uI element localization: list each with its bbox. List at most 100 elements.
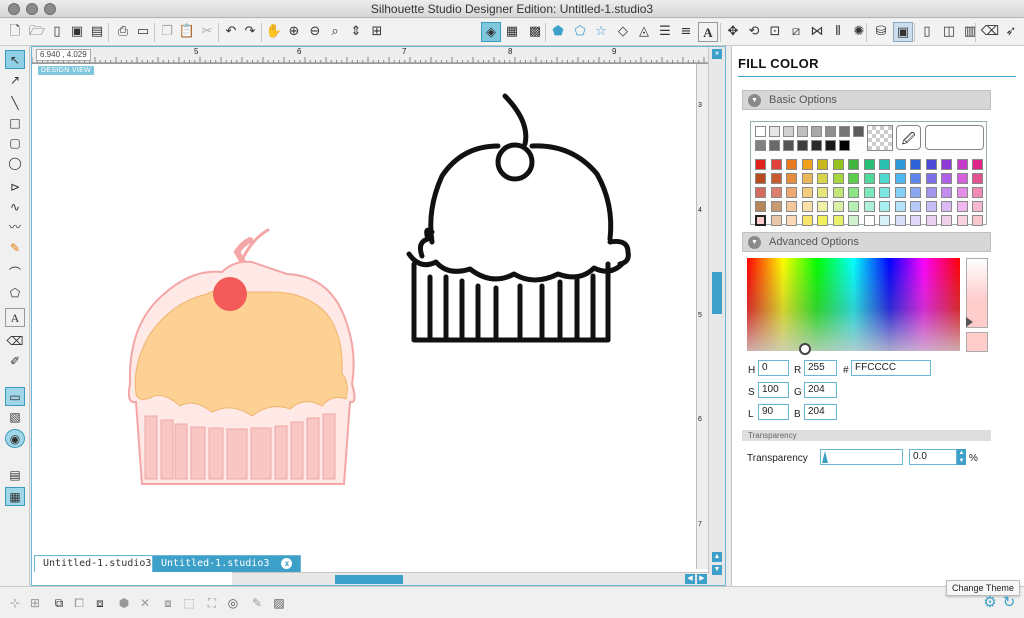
swatch[interactable] (832, 173, 844, 184)
undo-icon[interactable]: ↶ (221, 22, 241, 42)
swatch[interactable] (786, 215, 797, 226)
swatch[interactable] (894, 215, 906, 226)
design-store-icon[interactable]: ⛁ (871, 22, 891, 42)
lightness-slider[interactable] (966, 258, 988, 328)
swatch[interactable] (972, 173, 983, 184)
shapes-icon[interactable]: ⬟ (548, 22, 568, 42)
swatch[interactable] (910, 187, 921, 198)
ellipse-tool-icon[interactable]: ◯ (5, 154, 25, 173)
text-icon[interactable]: A (698, 22, 718, 42)
compound-icon[interactable]: ⧉ (50, 594, 68, 612)
polygon-tool-icon[interactable]: ⊳ (5, 178, 25, 197)
send-icon[interactable]: ▭ (133, 22, 153, 42)
pencil-tool-icon[interactable]: ✎ (5, 239, 25, 258)
artwork[interactable] (32, 64, 692, 569)
swatch[interactable] (825, 140, 836, 151)
fill-color-icon[interactable]: ◈ (481, 22, 501, 42)
swatch[interactable] (786, 201, 797, 212)
lightness-handle[interactable] (966, 317, 973, 327)
outline-cupcake[interactable] (406, 93, 631, 343)
gradient-icon[interactable]: ◇ (613, 22, 633, 42)
collapse-arrow-icon[interactable]: ▼ (748, 236, 761, 249)
red-field[interactable]: 255 (804, 360, 837, 376)
freehand-tool-icon[interactable]: 〰 (5, 218, 25, 237)
swatch[interactable] (786, 173, 797, 184)
swatch[interactable] (848, 173, 859, 184)
eraser-tool-icon[interactable]: ⌫ (5, 332, 25, 351)
save-library-icon[interactable]: ▤ (87, 22, 107, 42)
rounded-rect-tool-icon[interactable]: ▢ (5, 134, 25, 153)
swatch[interactable] (770, 215, 782, 226)
swatch[interactable] (832, 215, 844, 226)
edit-points-tool-icon[interactable]: ↗ (5, 71, 25, 90)
swatch[interactable] (770, 201, 782, 212)
line-tool-icon[interactable]: ╲ (5, 94, 25, 113)
hue-field[interactable]: 0 (758, 360, 789, 376)
hex-field[interactable]: FFCCCC (851, 360, 931, 376)
zoom-out-icon[interactable]: ⊖ (305, 22, 325, 42)
blue-field[interactable]: 204 (804, 404, 837, 420)
edit-points-icon[interactable]: ✎ (248, 594, 266, 612)
swatch[interactable] (910, 173, 921, 184)
swatch[interactable] (801, 215, 813, 226)
horizontal-scroll-thumb[interactable] (335, 575, 403, 584)
sd-card-icon[interactable]: ▯ (47, 22, 67, 42)
bring-front-icon[interactable]: ⧈ (91, 594, 109, 612)
library-view-icon[interactable]: ▦ (5, 487, 25, 506)
swatch[interactable] (801, 201, 813, 212)
swatch[interactable] (925, 201, 937, 212)
transparency-handle[interactable] (822, 451, 828, 463)
replicate-icon[interactable]: ✥ (723, 22, 743, 42)
swatch[interactable] (925, 215, 937, 226)
redo-icon[interactable]: ↷ (240, 22, 260, 42)
offset-icon[interactable]: ⋈ (807, 22, 827, 42)
swatch[interactable] (941, 201, 952, 212)
select-tool-icon[interactable]: ↖ (5, 50, 25, 69)
swatch[interactable] (755, 187, 766, 198)
transparency-stepper[interactable]: ▲ ▼ (957, 449, 966, 465)
registration-marks-icon[interactable]: ▧ (5, 408, 25, 427)
delete-icon[interactable]: ✕ (136, 594, 154, 612)
swatch[interactable] (770, 173, 782, 184)
minimize-window-button[interactable] (26, 3, 38, 15)
rectangle-tool-icon[interactable]: □ (5, 114, 25, 133)
transparency-slider[interactable] (820, 449, 903, 465)
refresh-icon[interactable]: ↻ (1001, 594, 1017, 610)
page-setup-icon[interactable]: ▭ (5, 387, 25, 406)
curve-tool-icon[interactable]: ∿ (5, 198, 25, 217)
swatch[interactable] (879, 215, 890, 226)
swatch[interactable] (839, 140, 850, 151)
green-field[interactable]: 204 (804, 382, 837, 398)
saturation-field[interactable]: 100 (758, 382, 789, 398)
swatch[interactable] (817, 215, 828, 226)
zoom-window-button[interactable] (44, 3, 56, 15)
copy-icon[interactable]: ❐ (157, 22, 177, 42)
swatch[interactable] (797, 126, 808, 137)
close-window-button[interactable] (8, 3, 20, 15)
swatch[interactable] (956, 159, 968, 170)
cut-settings-icon[interactable]: ▯ (917, 22, 937, 42)
text-tool-icon[interactable]: A (5, 308, 25, 327)
swatch[interactable] (863, 173, 875, 184)
line-style-icon[interactable]: ▦ (502, 22, 522, 42)
pentagon-icon[interactable]: ⬠ (570, 22, 590, 42)
swatch[interactable] (817, 173, 828, 184)
swatch[interactable] (956, 215, 968, 226)
swatch[interactable] (894, 187, 906, 198)
swatch[interactable] (879, 201, 890, 212)
star-icon[interactable]: ☆ (591, 22, 611, 42)
save-icon[interactable]: ▣ (67, 22, 87, 42)
swatch[interactable] (769, 126, 780, 137)
print-cut-icon[interactable]: ▥ (960, 22, 980, 42)
library-icon[interactable]: ▣ (893, 22, 913, 42)
weld-icon[interactable]: ⬢ (115, 594, 133, 612)
knife-icon[interactable]: ⧄ (786, 22, 806, 42)
select-all-icon[interactable]: ⬚ (180, 594, 198, 612)
swatch[interactable] (811, 140, 822, 151)
swatch[interactable] (832, 201, 844, 212)
transform-icon[interactable]: ⟲ (744, 22, 764, 42)
scroll-down-icon[interactable]: ▼ (712, 565, 722, 575)
release-compound-icon[interactable]: ⧠ (70, 594, 88, 612)
new-icon[interactable]: 🗋 (5, 22, 25, 42)
print-icon[interactable]: ⎙ (113, 22, 133, 42)
